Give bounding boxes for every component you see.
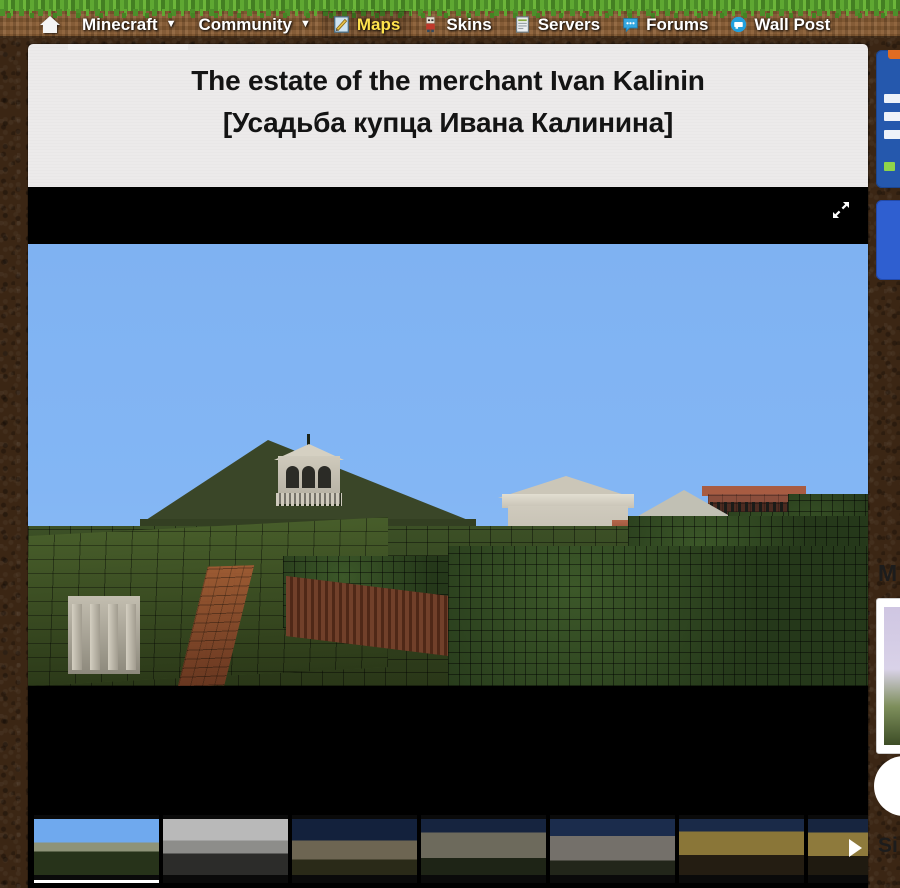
sidebar-thumbnail-image (884, 607, 900, 745)
nav-item-servers[interactable]: Servers (503, 11, 611, 38)
sidebar-avatar (874, 756, 900, 816)
sidebar-heading-similar: Si (878, 834, 898, 857)
site-navbar: Minecraft ▼ Community ▼ Maps Skins Serve… (0, 0, 900, 38)
expand-arrows-icon (833, 202, 849, 218)
thumbnail-image (550, 819, 675, 875)
thumbnail-5[interactable] (550, 815, 675, 883)
gate-column (90, 604, 100, 670)
thumbnail-image (34, 819, 159, 875)
gate-column (126, 604, 136, 670)
sidebar-promo-text-line (884, 130, 900, 139)
thumbnail-2[interactable] (163, 815, 288, 883)
gate-column (72, 604, 82, 670)
thumbnail-image (292, 819, 417, 875)
nav-item-label: Forums (646, 14, 709, 34)
nav-item-label: Community (198, 14, 292, 34)
thumbnail-image (163, 819, 288, 875)
nav-item-minecraft[interactable]: Minecraft ▼ (71, 11, 187, 38)
gate-column (108, 604, 118, 670)
nav-item-label: Maps (356, 14, 401, 34)
dormer-balcony (276, 493, 342, 506)
thumbnail-image (679, 819, 804, 875)
dormer-window (318, 466, 331, 488)
skin-icon (426, 16, 436, 33)
dormer-window (302, 466, 315, 488)
map-detail-card: The estate of the merchant Ivan Kalinin … (28, 44, 868, 888)
thumbnail-6[interactable] (679, 815, 804, 883)
sidebar-promo-tab (888, 50, 900, 59)
nav-item-wall-post[interactable]: Wall Post (719, 11, 841, 38)
card-tab-stub (68, 44, 188, 50)
sidebar-thumbnail-card[interactable] (876, 598, 900, 754)
viewer-main-image (28, 244, 868, 686)
thumbnail-image (421, 819, 546, 875)
thumbnail-1[interactable] (34, 815, 159, 883)
map-pencil-icon (333, 16, 349, 33)
page-title-block: The estate of the merchant Ivan Kalinin … (28, 44, 868, 158)
chevron-down-icon: ▼ (299, 18, 311, 30)
hedge-right-front (448, 546, 868, 686)
sidebar-promo-text-line (884, 112, 900, 121)
sidebar-heading-maps: M (878, 560, 898, 586)
thumbnail-3[interactable] (292, 815, 417, 883)
nav-item-label: Minecraft (82, 14, 158, 34)
sidebar-promo-panel[interactable] (876, 50, 900, 188)
media-viewer[interactable] (28, 187, 868, 807)
sidebar-promo-badge (884, 162, 895, 171)
fullscreen-button[interactable] (824, 195, 858, 225)
nav-item-community[interactable]: Community ▼ (187, 11, 321, 38)
server-icon (515, 16, 529, 33)
wall-post-icon (731, 16, 747, 33)
speech-bubble-icon (623, 18, 638, 33)
navbar-items: Minecraft ▼ Community ▼ Maps Skins Serve… (0, 11, 841, 38)
nav-item-label: Skins (446, 14, 492, 34)
thumbnail-filmstrip[interactable] (28, 807, 868, 888)
sidebar-promo-text-line (884, 94, 900, 103)
home-icon (40, 15, 61, 34)
play-arrow-icon[interactable] (849, 839, 862, 857)
nav-item-home[interactable] (0, 11, 71, 38)
nav-item-forums[interactable]: Forums (611, 11, 719, 38)
sidebar-secondary-panel[interactable] (876, 200, 900, 280)
nav-item-maps[interactable]: Maps (321, 11, 412, 38)
page-title-line-english: The estate of the merchant Ivan Kalinin (191, 65, 705, 96)
right-sidebar: M Si (874, 44, 900, 888)
thumbnail-4[interactable] (421, 815, 546, 883)
dormer-window (286, 466, 299, 488)
nav-item-label: Wall Post (754, 14, 831, 34)
page-title: The estate of the merchant Ivan Kalinin … (54, 60, 842, 144)
nav-item-label: Servers (537, 14, 601, 34)
nav-item-skins[interactable]: Skins (411, 11, 502, 38)
chevron-down-icon: ▼ (165, 18, 177, 30)
page-title-line-russian: [Усадьба купца Ивана Калинина] (222, 107, 674, 138)
